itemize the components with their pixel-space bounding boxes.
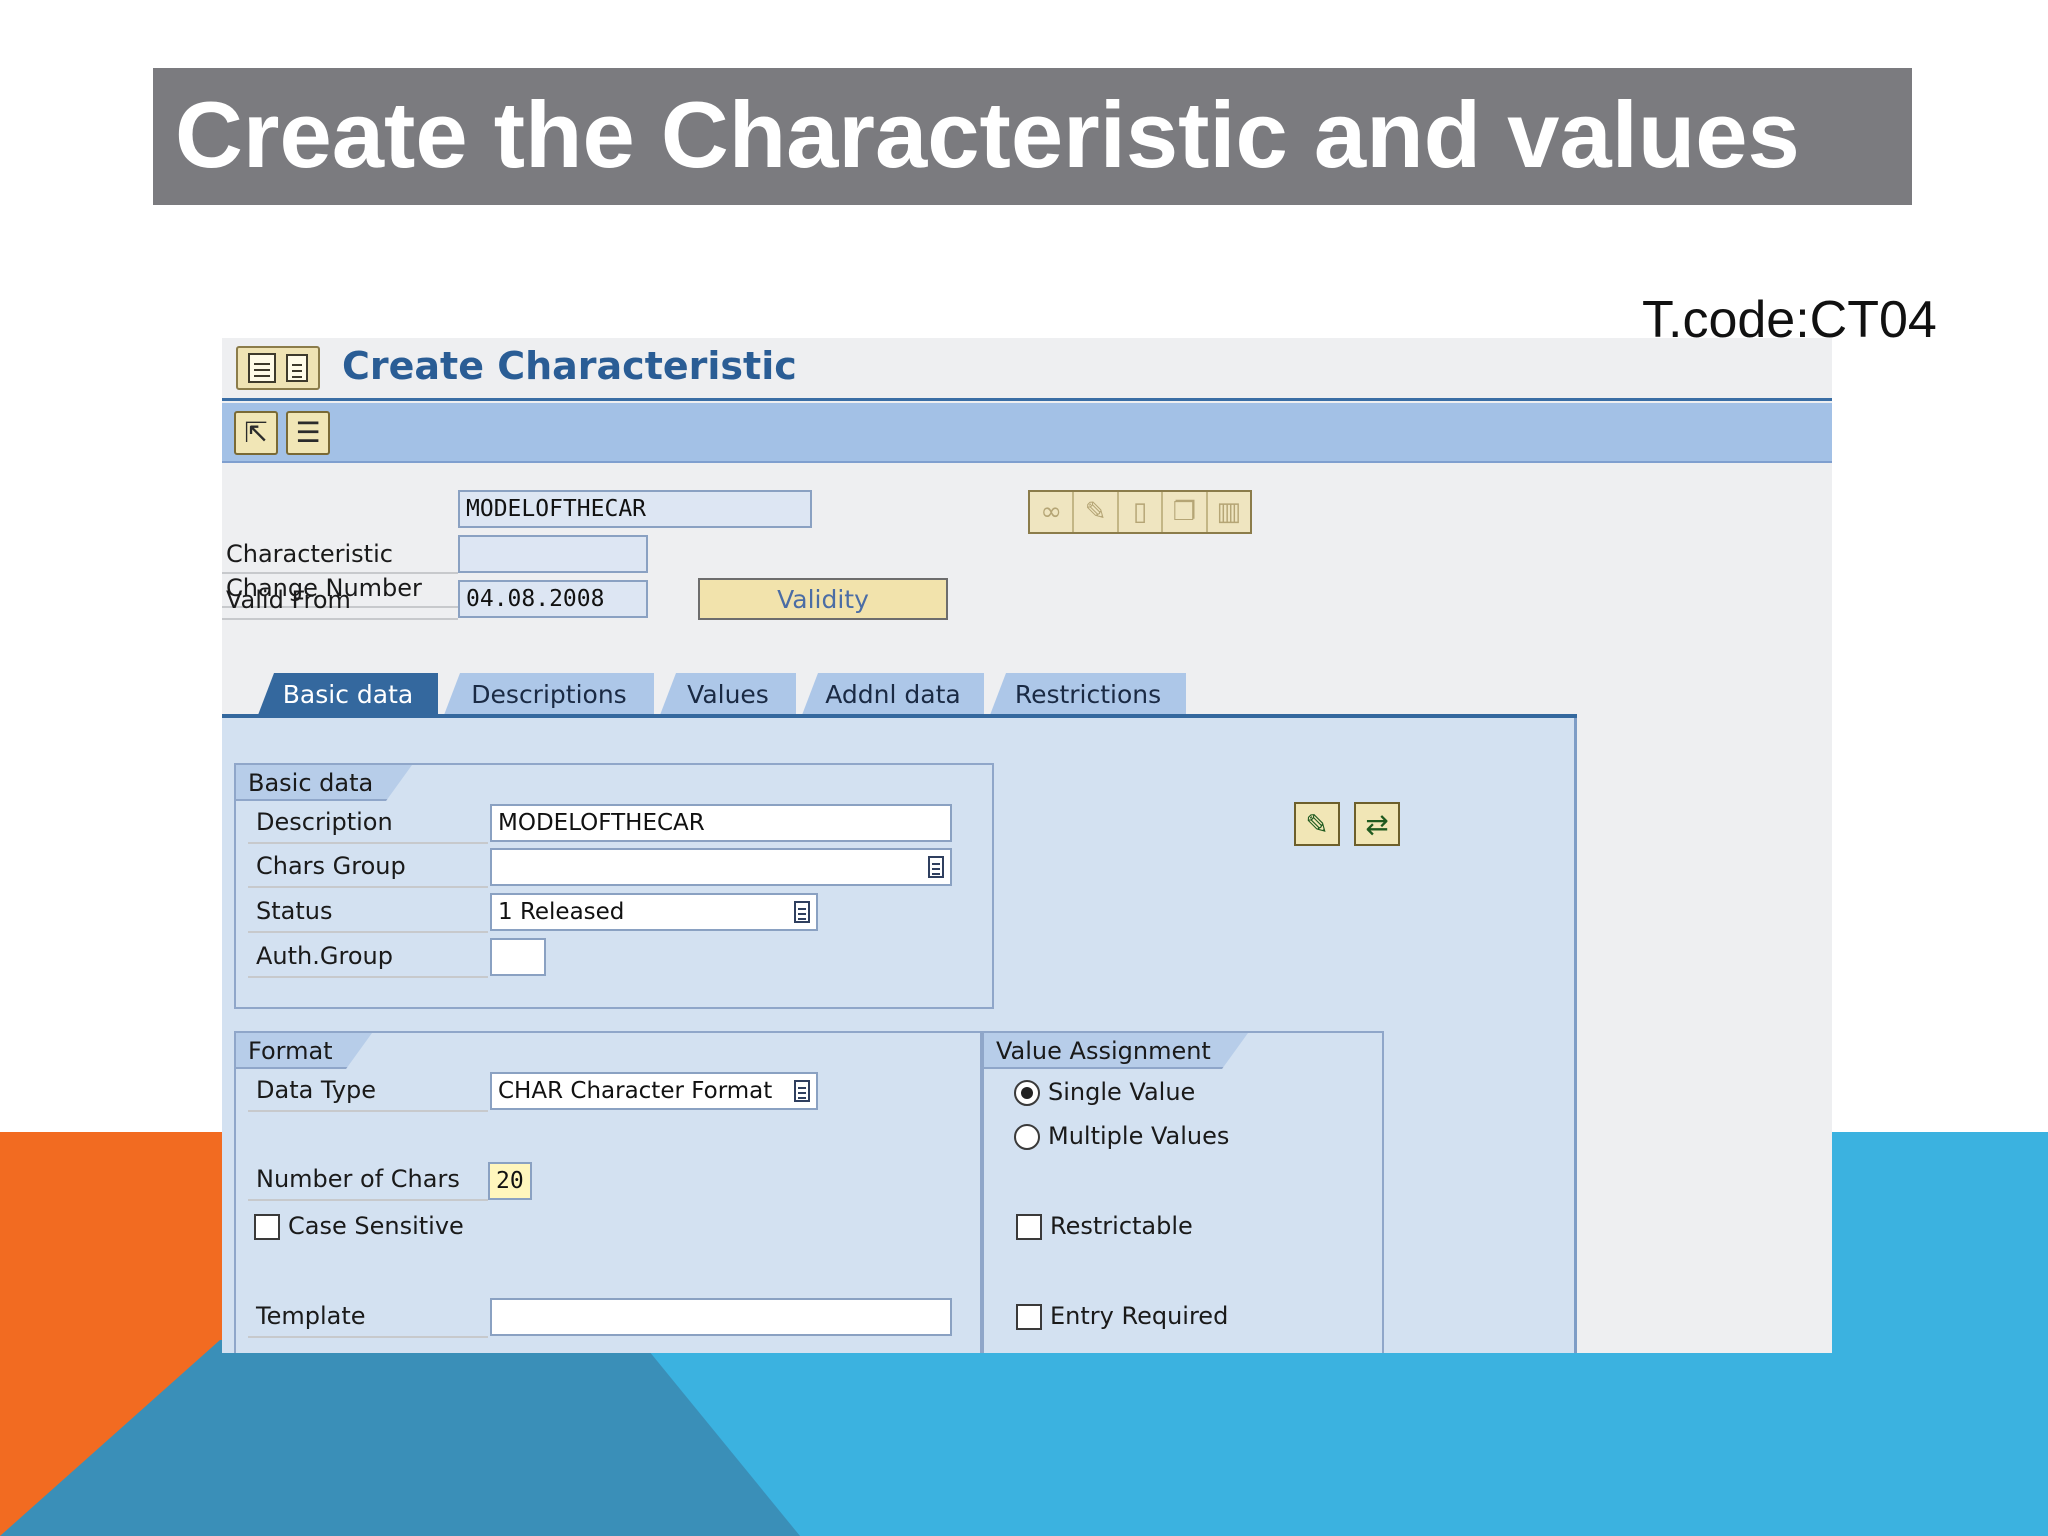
chars-group-label: Chars Group <box>256 852 406 880</box>
description-input[interactable]: MODELOFTHECAR <box>490 804 952 842</box>
status-select[interactable]: 1 Released <box>490 893 818 931</box>
format-header: Format <box>236 1033 372 1069</box>
entry-required-label: Entry Required <box>1050 1302 1229 1330</box>
valid-from-label: Valid From <box>226 586 351 614</box>
slide-title: Create the Characteristic and values <box>175 82 1800 187</box>
status-value: 1 Released <box>498 899 625 925</box>
chars-group-input[interactable] <box>490 848 952 886</box>
data-type-label: Data Type <box>256 1076 377 1104</box>
auth-group-label-row: Auth.Group <box>248 940 488 978</box>
slide-title-bar: Create the Characteristic and values <box>153 68 1912 205</box>
copy-icon[interactable]: ❐ <box>1163 492 1208 532</box>
header-action-icons: ∞ ✎ ▯ ❐ ▥ <box>1028 490 1252 534</box>
application-toolbar: ⇱ ☰ <box>222 403 1832 463</box>
template-input[interactable] <box>490 1298 952 1336</box>
restrictable-checkbox[interactable] <box>1016 1214 1042 1240</box>
basic-data-header: Basic data <box>236 765 412 801</box>
title-icon-group[interactable] <box>236 346 320 390</box>
dropdown-icon[interactable] <box>794 1080 810 1102</box>
data-type-value: CHAR Character Format <box>498 1078 773 1104</box>
validity-button[interactable]: Validity <box>698 578 948 620</box>
glasses-icon[interactable]: ∞ <box>1030 492 1075 532</box>
value-help-icon[interactable] <box>928 856 944 878</box>
auth-group-input[interactable] <box>490 938 546 976</box>
data-type-label-row: Data Type <box>248 1074 488 1112</box>
template-label-row: Template <box>248 1300 488 1338</box>
description-label-row: Description <box>248 806 488 844</box>
single-value-radio[interactable] <box>1014 1080 1040 1106</box>
tab-values[interactable]: Values <box>660 673 796 715</box>
restrictable-label: Restrictable <box>1050 1212 1193 1240</box>
dropdown-icon[interactable] <box>794 901 810 923</box>
data-type-select[interactable]: CHAR Character Format <box>490 1072 818 1110</box>
other-characteristic-icon[interactable]: ⇱ <box>234 411 278 455</box>
auth-group-label: Auth.Group <box>256 942 393 970</box>
num-chars-label: Number of Chars <box>256 1165 460 1193</box>
edit-icon[interactable]: ✎ <box>1294 802 1340 846</box>
tab-addnl-data[interactable]: Addnl data <box>802 673 984 715</box>
tab-basic-data[interactable]: Basic data <box>258 673 438 715</box>
entry-required-checkbox[interactable] <box>1016 1304 1042 1330</box>
display-change-icon[interactable] <box>248 353 276 383</box>
characteristic-input[interactable]: MODELOFTHECAR <box>458 490 812 528</box>
single-value-label: Single Value <box>1048 1078 1196 1106</box>
hierarchy-icon[interactable]: ☰ <box>286 411 330 455</box>
status-label-row: Status <box>248 895 488 933</box>
chars-group-label-row: Chars Group <box>248 850 488 888</box>
tab-descriptions[interactable]: Descriptions <box>444 673 654 715</box>
num-chars-label-row: Number of Chars <box>248 1163 488 1201</box>
screen-title: Create Characteristic <box>342 344 797 388</box>
valid-from-input[interactable]: 04.08.2008 <box>458 580 648 618</box>
refresh-icon[interactable]: ⇄ <box>1354 802 1400 846</box>
trash-icon[interactable]: ▥ <box>1208 492 1250 532</box>
num-chars-input[interactable]: 20 <box>488 1162 532 1200</box>
case-sensitive-checkbox[interactable] <box>254 1214 280 1240</box>
change-number-input[interactable] <box>458 535 648 573</box>
value-assignment-header: Value Assignment <box>984 1033 1248 1069</box>
multiple-values-radio[interactable] <box>1014 1124 1040 1150</box>
template-label: Template <box>256 1302 366 1330</box>
characteristic-label: Characteristic <box>226 540 393 568</box>
blank-page-icon[interactable]: ▯ <box>1119 492 1164 532</box>
description-label: Description <box>256 808 393 836</box>
case-sensitive-label: Case Sensitive <box>288 1212 464 1240</box>
document-icon[interactable] <box>286 354 308 382</box>
tab-restrictions[interactable]: Restrictions <box>990 673 1186 715</box>
multiple-values-label: Multiple Values <box>1048 1122 1230 1150</box>
status-label: Status <box>256 897 333 925</box>
pencil-icon[interactable]: ✎ <box>1074 492 1119 532</box>
title-divider <box>222 398 1832 401</box>
characteristic-label-row: Characteristic <box>222 538 458 574</box>
valid-from-label-row: Valid From <box>222 584 458 620</box>
sap-screenshot: Create Characteristic ⇱ ☰ Characteristic… <box>222 338 1832 1353</box>
